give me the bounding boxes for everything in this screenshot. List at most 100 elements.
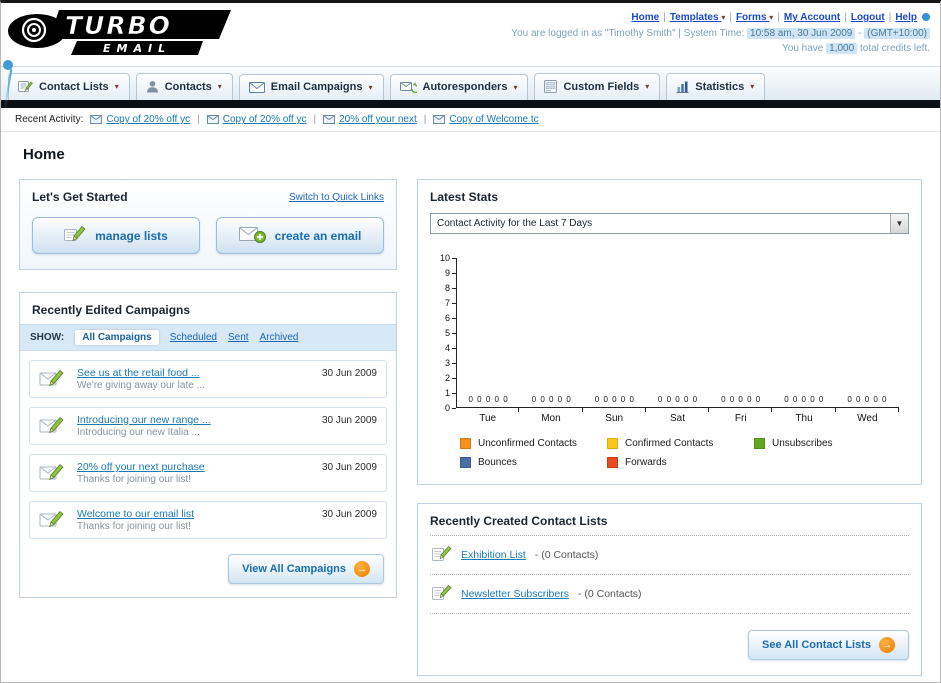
credits-prefix: You have (782, 43, 824, 54)
contact-list-items: Exhibition List - (0 Contacts) Newslette… (430, 535, 909, 614)
stats-range-value: Contact Activity for the Last 7 Days (437, 218, 593, 229)
latest-stats-panel: Latest Stats Contact Activity for the La… (417, 179, 922, 485)
email-campaigns-icon (248, 81, 265, 93)
recent-contact-lists-title: Recently Created Contact Lists (430, 514, 608, 528)
header-link-help[interactable]: Help (895, 12, 917, 23)
see-all-contact-lists-label: See All Contact Lists (761, 639, 871, 651)
credits-suffix: total credits left. (859, 43, 930, 54)
tab-label: Contacts (164, 80, 212, 93)
bar-value-labels: 0 0 0 0 0 (721, 395, 762, 404)
separator: | (729, 12, 732, 23)
campaign-date: 30 Jun 2009 (321, 415, 377, 426)
recent-activity-item[interactable]: 20% off your next (323, 114, 417, 125)
envelope-icon (206, 115, 219, 124)
campaign-title-link[interactable]: Welcome to our email list (77, 508, 314, 520)
create-email-button[interactable]: create an email (216, 217, 384, 254)
campaign-subtitle: Introducing our new Italia ... (77, 427, 200, 438)
envelope-icon (433, 115, 446, 124)
get-started-title: Let's Get Started (32, 190, 128, 204)
separator: | (888, 12, 892, 23)
filter-all-campaigns[interactable]: All Campaigns (75, 330, 159, 345)
switch-quick-links-link[interactable]: Switch to Quick Links (289, 192, 384, 203)
chevron-down-icon: ▾ (217, 82, 222, 91)
header-link-label: Templates (669, 12, 719, 23)
bar-value-labels: 0 0 0 0 0 (594, 395, 635, 404)
x-axis-label: Wed (836, 408, 900, 424)
turbo-email-logo-graphic: TURBO EMAIL (8, 10, 231, 55)
campaign-title-link[interactable]: See us at the retail food ... (77, 367, 314, 379)
logo-text-turbo: TURBO (65, 11, 172, 40)
tab-label: Statistics (695, 80, 745, 93)
header-link-home[interactable]: Home (631, 12, 659, 23)
chart-y-axis: 10 9 8 7 6 5 4 3 2 1 0 (430, 254, 456, 413)
bar-value-labels: 0 0 0 0 0 (657, 395, 699, 404)
recent-campaigns-panel: Recently Edited Campaigns SHOW: All Camp… (19, 292, 397, 598)
manage-lists-button[interactable]: manage lists (32, 217, 200, 254)
separator: | (313, 114, 317, 125)
legend-item: Unsubscribes (753, 438, 901, 449)
latest-stats-title: Latest Stats (430, 190, 499, 204)
recent-activity-bar: Recent Activity: Copy of 20% off yc | Co… (1, 108, 940, 132)
view-all-campaigns-button[interactable]: View All Campaigns → (228, 554, 384, 584)
legend-swatch (753, 438, 765, 449)
tab-statistics[interactable]: Statistics ▾ (666, 73, 766, 100)
recent-activity-item[interactable]: Copy of 20% off yc (90, 114, 190, 125)
legend-swatch (606, 457, 618, 468)
edit-pencil-icon (432, 545, 452, 565)
campaign-date: 30 Jun 2009 (321, 509, 377, 520)
tab-contact-lists[interactable]: Contact Lists ▾ (8, 73, 130, 100)
contact-list-link[interactable]: Newsletter Subscribers (461, 588, 569, 600)
edit-pencil-icon (432, 584, 452, 604)
filter-sent[interactable]: Sent (228, 332, 249, 343)
legend-item: Forwards (606, 457, 754, 468)
header-nav: Home | Templates ▾ | Forms ▾ | My Account | Logo… (511, 10, 930, 26)
legend-swatch (460, 457, 471, 468)
recent-contact-lists-panel: Recently Created Contact Lists Exhibitio… (417, 503, 922, 676)
tab-contacts[interactable]: Contacts ▾ (135, 73, 233, 100)
see-all-contact-lists-button[interactable]: See All Contact Lists → (747, 630, 909, 660)
tab-custom-fields[interactable]: Custom Fields ▾ (534, 73, 661, 100)
chart-legend: Unconfirmed Contacts Confirmed Contacts Un… (418, 424, 921, 484)
separator: | (844, 12, 847, 23)
bar-value-labels: 0 0 0 0 0 (468, 395, 509, 404)
custom-fields-icon (544, 80, 558, 93)
dropdown-arrow-icon: ▼ (890, 214, 908, 233)
contact-activity-chart: 10 9 8 7 6 5 4 3 2 1 0 0 0 0 0 0 0 0 0 0 0 0 0 0 0 0… (418, 242, 921, 484)
separator: | (663, 12, 666, 23)
main-nav: Contact Lists ▾ Contacts ▾ Email Campaig… (1, 66, 940, 100)
header: TURBO EMAIL Home | Templates ▾ | Forms ▾ | My … (1, 3, 940, 66)
tab-autoresponders[interactable]: Autoresponders ▾ (389, 74, 529, 100)
contact-list-link[interactable]: Exhibition List (461, 549, 526, 561)
campaign-row: See us at the retail food ... We're givin… (29, 360, 387, 398)
create-email-label: create an email (274, 228, 362, 243)
stats-range-dropdown[interactable]: Contact Activity for the Last 7 Days ▼ (430, 213, 909, 234)
campaign-title-link[interactable]: 20% off your next purchase (77, 461, 314, 473)
manage-lists-label: manage lists (95, 228, 168, 243)
campaign-edit-icon (39, 462, 69, 485)
header-link-my-account[interactable]: My Account (784, 12, 840, 23)
recent-activity-item[interactable]: Copy of 20% off yc (206, 114, 306, 125)
header-link-forms[interactable]: Forms ▾ (736, 12, 773, 23)
header-link-templates[interactable]: Templates ▾ (670, 12, 726, 23)
filter-archived[interactable]: Archived (260, 332, 299, 343)
campaign-date: 30 Jun 2009 (321, 368, 377, 379)
x-axis-label: Fri (709, 408, 773, 424)
x-axis-label: Tue (456, 408, 520, 424)
campaign-filter-bar: SHOW: All Campaigns Scheduled Sent Archi… (20, 324, 396, 351)
recent-activity-item-label: 20% off your next (339, 114, 417, 125)
app-window: TURBO EMAIL Home | Templates ▾ | Forms ▾ | My … (0, 0, 941, 683)
autoresponders-icon (399, 81, 417, 93)
envelope-icon (90, 115, 103, 124)
header-link-logout[interactable]: Logout (851, 12, 885, 23)
login-dash: - (858, 27, 862, 39)
separator: | (423, 114, 427, 125)
legend-item: Confirmed Contacts (606, 438, 754, 449)
campaign-subtitle: We're giving away our late ... (77, 380, 205, 391)
tab-email-campaigns[interactable]: Email Campaigns ▾ (238, 74, 384, 100)
filter-scheduled[interactable]: Scheduled (170, 332, 217, 343)
arrow-right-icon: → (879, 637, 895, 653)
tab-label: Contact Lists (39, 80, 109, 93)
recent-activity-item[interactable]: Copy of Welcome tc (433, 114, 539, 125)
campaign-title-link[interactable]: Introducing our new range ... (77, 414, 314, 426)
bar-value-labels: 0 0 0 0 0 (847, 395, 888, 404)
